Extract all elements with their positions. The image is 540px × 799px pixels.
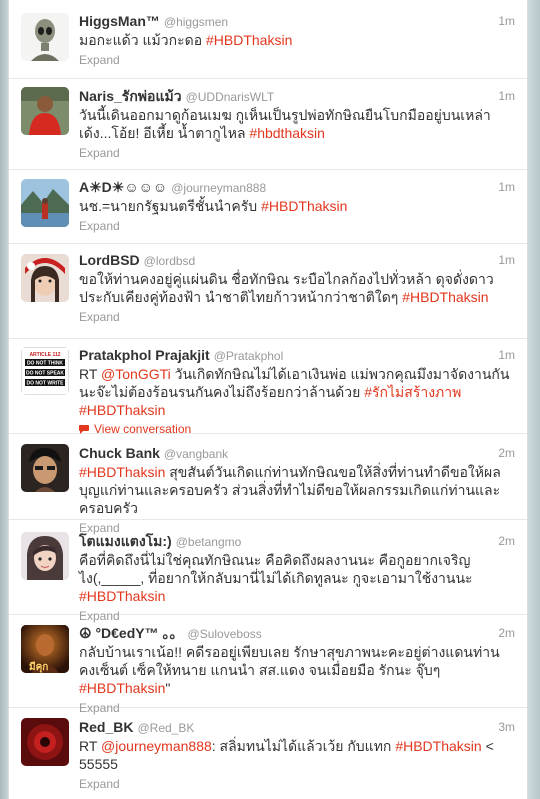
tweet-timestamp[interactable]: 2m bbox=[498, 444, 515, 462]
tweet-timestamp[interactable]: 1m bbox=[498, 346, 515, 364]
hashtag-link[interactable]: #HBDThaksin bbox=[402, 289, 488, 305]
tweet-timestamp[interactable]: 1m bbox=[498, 87, 515, 105]
tweet-text-segment: " bbox=[165, 680, 171, 696]
avatar[interactable]: ARTICLE 112 DO NOT THINK DO NOT SPEAK DO… bbox=[21, 347, 69, 395]
avatar[interactable] bbox=[21, 532, 69, 580]
tweet-text: คือที่คิดถึงนี่ไม่ใช่คุณทักษิณนะ คือคิดถ… bbox=[79, 551, 515, 605]
avatar-text-line: DO NOT THINK bbox=[27, 361, 63, 367]
avatar-text-line: DO NOT WRITE bbox=[27, 381, 65, 387]
tweet-timeline: HiggsMan™ @higgsmen 1m มอกะแด้ว แม้วกะดอ … bbox=[8, 0, 528, 799]
tweet-item[interactable]: ARTICLE 112 DO NOT THINK DO NOT SPEAK DO… bbox=[9, 339, 527, 436]
hashtag-link[interactable]: #HBDThaksin bbox=[79, 680, 165, 696]
tweet-username[interactable]: @journeyman888 bbox=[171, 181, 266, 195]
tweet-text: กลับบ้านเราเน้อ!! คดีรออยู่เพียบเลย รักษ… bbox=[79, 643, 515, 697]
tweet-text: #HBDThaksin สุขสันต์วันเกิดแก่ท่านทักษิณ… bbox=[79, 463, 515, 517]
avatar-text-line: ARTICLE 112 bbox=[29, 352, 60, 358]
avatar[interactable] bbox=[21, 718, 69, 766]
hashtag-link[interactable]: #HBDThaksin bbox=[79, 464, 165, 480]
avatar[interactable] bbox=[21, 13, 69, 61]
tweet-fullname[interactable]: โตแมงแตงโม:) bbox=[79, 533, 172, 549]
tweet-timestamp[interactable]: 1m bbox=[498, 178, 515, 196]
hashtag-link[interactable]: #HBDThaksin bbox=[79, 402, 165, 418]
tweet-timestamp[interactable]: 3m bbox=[498, 718, 515, 736]
tweet-text: วันนี้เดินออกมาดูก้อนเมฆ กูเห็นเป็นรูปพ่… bbox=[79, 106, 515, 142]
tweet-fullname[interactable]: Naris_รักพ่อแม้ว bbox=[79, 88, 182, 104]
tweet-fullname[interactable]: LordBSD bbox=[79, 252, 140, 268]
tweet-text: RT @journeyman888: สลิ่มทนไม่ได้แล้วเว้ย… bbox=[79, 737, 515, 773]
speech-bubble-icon bbox=[79, 424, 89, 434]
page-background-right bbox=[528, 0, 540, 799]
tweet-item[interactable]: LordBSD @lordbsd 1m ขอให้ท่านคงอยู่คู่แผ่… bbox=[9, 244, 527, 339]
expand-link[interactable]: Expand bbox=[79, 53, 515, 67]
tweet-username[interactable]: @Suloveboss bbox=[188, 627, 262, 641]
tweet-item[interactable]: Naris_รักพ่อแม้ว @UDDnarisWLT 1m วันนี้เด… bbox=[9, 79, 527, 170]
tweet-username[interactable]: @vangbank bbox=[164, 447, 228, 461]
tweet-timestamp[interactable]: 2m bbox=[498, 624, 515, 642]
tweet-item[interactable]: Red_BK @Red_BK 3m RT @journeyman888: สลิ่… bbox=[9, 708, 527, 799]
tweet-timestamp[interactable]: 1m bbox=[498, 251, 515, 269]
expand-link[interactable]: Expand bbox=[79, 310, 515, 324]
tweet-username[interactable]: @UDDnarisWLT bbox=[186, 90, 275, 104]
tweet-username[interactable]: @lordbsd bbox=[144, 254, 196, 268]
tweet-fullname[interactable]: HiggsMan™ bbox=[79, 13, 160, 29]
tweet-fullname[interactable]: Red_BK bbox=[79, 719, 133, 735]
tweet-username[interactable]: @betangmo bbox=[176, 535, 242, 549]
tweet-fullname[interactable]: Pratakphol Prajakjit bbox=[79, 347, 210, 363]
avatar[interactable] bbox=[21, 179, 69, 227]
hashtag-link[interactable]: #HBDThaksin bbox=[261, 198, 347, 214]
tweet-username[interactable]: @Red_BK bbox=[137, 721, 194, 735]
hashtag-link[interactable]: #รักไม่สร้างภาพ bbox=[364, 384, 461, 400]
tweet-timestamp[interactable]: 2m bbox=[498, 532, 515, 550]
tweet-text-segment: : สลิ่มทนไม่ได้แล้วเว้ย กับแทก bbox=[211, 738, 396, 754]
hashtag-link[interactable]: #hbdthaksin bbox=[249, 125, 325, 141]
mention-link[interactable]: @TonGGTi bbox=[101, 366, 171, 382]
tweet-item[interactable]: โตแมงแตงโม:) @betangmo 2m คือที่คิดถึงนี่… bbox=[9, 520, 527, 623]
tweet-item[interactable]: มีคุก ☮ °D€edY™ 。。 @Suloveboss 2m กลับบ้า… bbox=[9, 615, 527, 715]
tweet-item[interactable]: HiggsMan™ @higgsmen 1m มอกะแด้ว แม้วกะดอ … bbox=[9, 0, 527, 79]
tweet-fullname[interactable]: Chuck Bank bbox=[79, 445, 160, 461]
expand-link[interactable]: Expand bbox=[79, 777, 515, 791]
avatar[interactable]: มีคุก bbox=[21, 625, 69, 673]
tweet-text-segment: RT bbox=[79, 738, 102, 754]
tweet-fullname[interactable]: A☀D☀☺☺☺ bbox=[79, 179, 167, 195]
tweet-text-segment: มอกะแด้ว แม้วกะดอ bbox=[79, 32, 206, 48]
tweet-timestamp[interactable]: 1m bbox=[498, 12, 515, 30]
tweet-text-segment: นช.=นายกรัฐมนตรีชั้นนำครับ bbox=[79, 198, 262, 214]
tweet-text: นช.=นายกรัฐมนตรีชั้นนำครับ #HBDThaksin bbox=[79, 197, 515, 215]
avatar-text-line: DO NOT SPEAK bbox=[26, 371, 64, 377]
hashtag-link[interactable]: #HBDThaksin bbox=[395, 738, 481, 754]
hashtag-link[interactable]: #HBDThaksin bbox=[206, 32, 292, 48]
hashtag-link[interactable]: #HBDThaksin bbox=[79, 588, 165, 604]
avatar[interactable] bbox=[21, 87, 69, 135]
mention-link[interactable]: @journeyman888 bbox=[101, 738, 212, 754]
page-background-left bbox=[0, 0, 8, 799]
tweet-fullname[interactable]: ☮ °D€edY™ 。。 bbox=[79, 625, 184, 641]
tweet-text-segment: คือที่คิดถึงนี่ไม่ใช่คุณทักษิณนะ คือคิดถ… bbox=[79, 552, 473, 586]
tweet-item[interactable]: Chuck Bank @vangbank 2m #HBDThaksin สุขสั… bbox=[9, 434, 527, 535]
tweet-text: มอกะแด้ว แม้วกะดอ #HBDThaksin bbox=[79, 31, 515, 49]
avatar[interactable] bbox=[21, 444, 69, 492]
tweet-username[interactable]: @higgsmen bbox=[164, 15, 228, 29]
tweet-item[interactable]: A☀D☀☺☺☺ @journeyman888 1m นช.=นายกรัฐมนตร… bbox=[9, 170, 527, 244]
tweet-text: ขอให้ท่านคงอยู่คู่แผ่นดิน ชื่อทักษิณ ระบ… bbox=[79, 270, 515, 306]
tweet-text-segment: RT bbox=[79, 366, 102, 382]
avatar[interactable] bbox=[21, 254, 69, 302]
expand-link[interactable]: Expand bbox=[79, 146, 515, 160]
expand-link[interactable]: Expand bbox=[79, 219, 515, 233]
avatar-text: มีคุก bbox=[29, 661, 48, 673]
tweet-text-segment: กลับบ้านเราเน้อ!! คดีรออยู่เพียบเลย รักษ… bbox=[79, 644, 500, 678]
tweet-username[interactable]: @Pratakphol bbox=[214, 349, 284, 363]
tweet-text: RT @TonGGTi วันเกิดทักษิณไม่ได้เอาเงินพ่… bbox=[79, 365, 515, 419]
